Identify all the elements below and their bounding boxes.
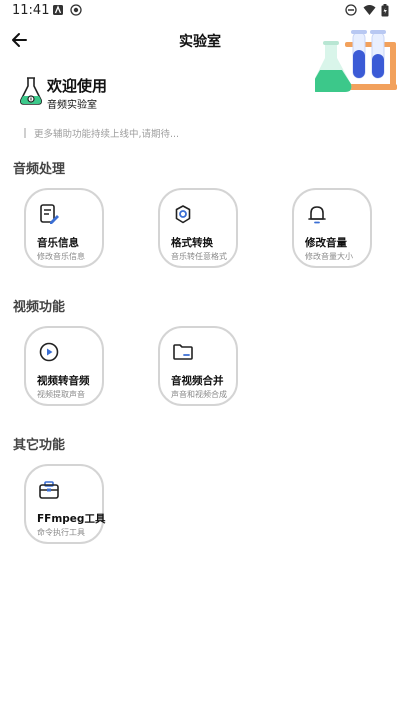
lab-flask-illustration [315, 30, 397, 92]
folder-icon [173, 344, 193, 360]
status-time: 11:41 [12, 3, 50, 18]
card-ffmpeg-tool[interactable]: FFmpeg工具 命令执行工具 [24, 464, 106, 544]
card-subtitle: 音乐转任意格式 [171, 252, 227, 261]
section-title-video: 视频功能 [13, 300, 66, 315]
bell-icon [308, 206, 326, 224]
card-title: 视频转音频 [37, 375, 90, 387]
card-title: 音视频合并 [171, 375, 224, 387]
wifi-icon [363, 5, 376, 15]
card-title: FFmpeg工具 [37, 513, 106, 525]
app-notification-icon [53, 5, 63, 15]
battery-icon [381, 4, 389, 17]
flask-icon [20, 77, 42, 105]
status-bar: 11:41 [0, 0, 400, 22]
card-music-info[interactable]: 音乐信息 修改音乐信息 [24, 188, 104, 268]
card-av-merge[interactable]: 音视频合并 声音和视频合成 [158, 326, 238, 406]
card-subtitle: 修改音量大小 [305, 252, 353, 261]
card-title: 格式转换 [171, 237, 213, 249]
welcome-title: 欢迎使用 [47, 77, 108, 95]
card-change-volume[interactable]: 修改音量 修改音量大小 [292, 188, 372, 268]
gear-icon [175, 205, 191, 224]
music-info-icon [40, 204, 59, 224]
section-title-other: 其它功能 [13, 438, 66, 453]
card-video-to-audio[interactable]: 视频转音频 视频提取声音 [24, 326, 104, 406]
card-format-convert[interactable]: 格式转换 音乐转任意格式 [158, 188, 238, 268]
card-subtitle: 视频提取声音 [37, 390, 85, 399]
card-subtitle: 修改音乐信息 [37, 252, 85, 261]
card-title: 修改音量 [305, 237, 347, 249]
card-subtitle: 声音和视频合成 [171, 390, 227, 399]
section-title-audio: 音频处理 [13, 162, 66, 177]
record-icon [70, 4, 82, 16]
do-not-disturb-icon [345, 4, 357, 16]
toolbox-icon [39, 481, 59, 499]
welcome-subtitle: 音频实验室 [47, 100, 97, 111]
play-circle-icon [39, 342, 59, 362]
notice-text: 更多辅助功能持续上线中,请期待... [34, 129, 180, 140]
card-title: 音乐信息 [37, 237, 79, 249]
card-subtitle: 命令执行工具 [37, 528, 85, 537]
notice-bar [24, 128, 26, 138]
